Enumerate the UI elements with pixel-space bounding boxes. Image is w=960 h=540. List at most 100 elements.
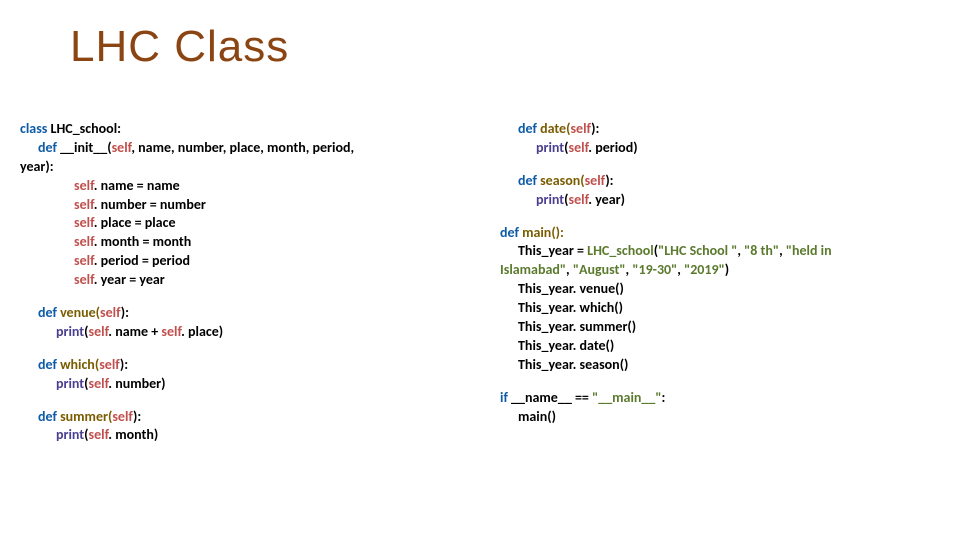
text: . name + [108, 323, 161, 340]
code-line: self. period = period [20, 252, 480, 271]
code-line: print(self. month) [20, 426, 480, 445]
code-line: This_year. venue() [500, 280, 940, 299]
func-name: which( [60, 356, 99, 373]
text: . period) [588, 139, 637, 156]
func-name: summer( [60, 408, 112, 425]
text: . place = place [94, 214, 176, 231]
text: __name__ == [511, 389, 592, 406]
func-name: season( [540, 172, 585, 189]
blank-line [500, 158, 940, 172]
code-column-left: class LHC_school: def __init__(self, nam… [20, 120, 480, 445]
code-line: def main(): [500, 224, 940, 243]
func-print: print [56, 426, 84, 443]
keyword-self: self [74, 233, 94, 250]
code-line: This_year. season() [500, 356, 940, 375]
func-print: print [56, 323, 84, 340]
text: . month) [108, 426, 158, 443]
code-line: print(self. period) [500, 139, 940, 158]
blank-line [500, 375, 940, 389]
code-line: def which(self): [20, 356, 480, 375]
keyword-def: def [38, 356, 60, 373]
keyword-self: self [570, 120, 591, 137]
text: . period = period [94, 252, 190, 269]
text: This_year. date() [518, 337, 614, 354]
code-line: This_year. summer() [500, 318, 940, 337]
code-line: def venue(self): [20, 304, 480, 323]
code-line: print(self. number) [20, 375, 480, 394]
text: This_year. which() [518, 299, 623, 316]
blank-line [20, 342, 480, 356]
text: ): [591, 120, 599, 137]
blank-line [500, 210, 940, 224]
keyword-self: self [74, 271, 94, 288]
code-line: Islamabad", "August", "19-30", "2019") [500, 261, 940, 280]
code-column-right: def date(self): print(self. period) def … [500, 120, 940, 426]
keyword-self: self [74, 252, 94, 269]
slide: LHC Class class LHC_school: def __init__… [0, 0, 960, 540]
text: main() [518, 408, 556, 425]
code-line: print(self. name + self. place) [20, 323, 480, 342]
func-print: print [536, 191, 564, 208]
keyword-self: self [99, 356, 120, 373]
text: This_year. venue() [518, 280, 624, 297]
func-print: print [536, 139, 564, 156]
code-line: self. year = year [20, 271, 480, 290]
func-print: print [56, 375, 84, 392]
keyword-self: self [161, 323, 181, 340]
text: ): [120, 356, 128, 373]
keyword-self: self [74, 214, 94, 231]
keyword-self: self [100, 304, 121, 321]
keyword-self: self [585, 172, 606, 189]
string-literal: "LHC School " [658, 242, 737, 259]
blank-line [20, 290, 480, 304]
text: . number) [108, 375, 165, 392]
keyword-self: self [74, 177, 94, 194]
string-literal: "__main__" [592, 389, 661, 406]
keyword-def: def [518, 120, 540, 137]
keyword-if: if [500, 389, 511, 406]
func-name: date( [540, 120, 570, 137]
keyword-def: def [38, 408, 60, 425]
func-name: venue( [60, 304, 100, 321]
keyword-self: self [89, 375, 109, 392]
keyword-self: self [112, 139, 132, 156]
string-literal: "August" [573, 261, 626, 278]
code-line: if __name__ == "__main__": [500, 389, 940, 408]
slide-title: LHC Class [70, 22, 289, 72]
text: . month = month [94, 233, 192, 250]
code-line: def summer(self): [20, 408, 480, 427]
string-literal: "19-30" [632, 261, 677, 278]
code-line: class LHC_school: [20, 120, 480, 139]
keyword-self: self [74, 196, 94, 213]
text: . number = number [94, 196, 206, 213]
keyword-self: self [569, 139, 589, 156]
text: . year) [588, 191, 625, 208]
code-line: year): [20, 158, 480, 177]
text: This_year = [518, 242, 587, 259]
keyword-class: class [20, 120, 51, 137]
code-line: main() [500, 408, 940, 427]
code-line: This_year. which() [500, 299, 940, 318]
keyword-self: self [89, 323, 109, 340]
text: . year = year [94, 271, 165, 288]
text: year): [20, 158, 54, 175]
code-line: def date(self): [500, 120, 940, 139]
keyword-def: def [518, 172, 540, 189]
text: : [662, 389, 666, 406]
text: This_year. summer() [518, 318, 636, 335]
text: LHC_school: [51, 120, 121, 137]
keyword-self: self [112, 408, 133, 425]
keyword-def: def [38, 139, 60, 156]
code-line: self. month = month [20, 233, 480, 252]
text: ) [725, 261, 729, 278]
code-line: This_year = LHC_school("LHC School ", "8… [500, 242, 940, 261]
blank-line [20, 394, 480, 408]
text: . name = name [94, 177, 180, 194]
code-line: self. number = number [20, 196, 480, 215]
string-literal: "2019" [684, 261, 725, 278]
func-name: main(): [522, 224, 564, 241]
keyword-def: def [38, 304, 60, 321]
string-literal: "held in [786, 242, 832, 259]
code-line: self. name = name [20, 177, 480, 196]
class-ref: LHC_school [587, 242, 654, 259]
